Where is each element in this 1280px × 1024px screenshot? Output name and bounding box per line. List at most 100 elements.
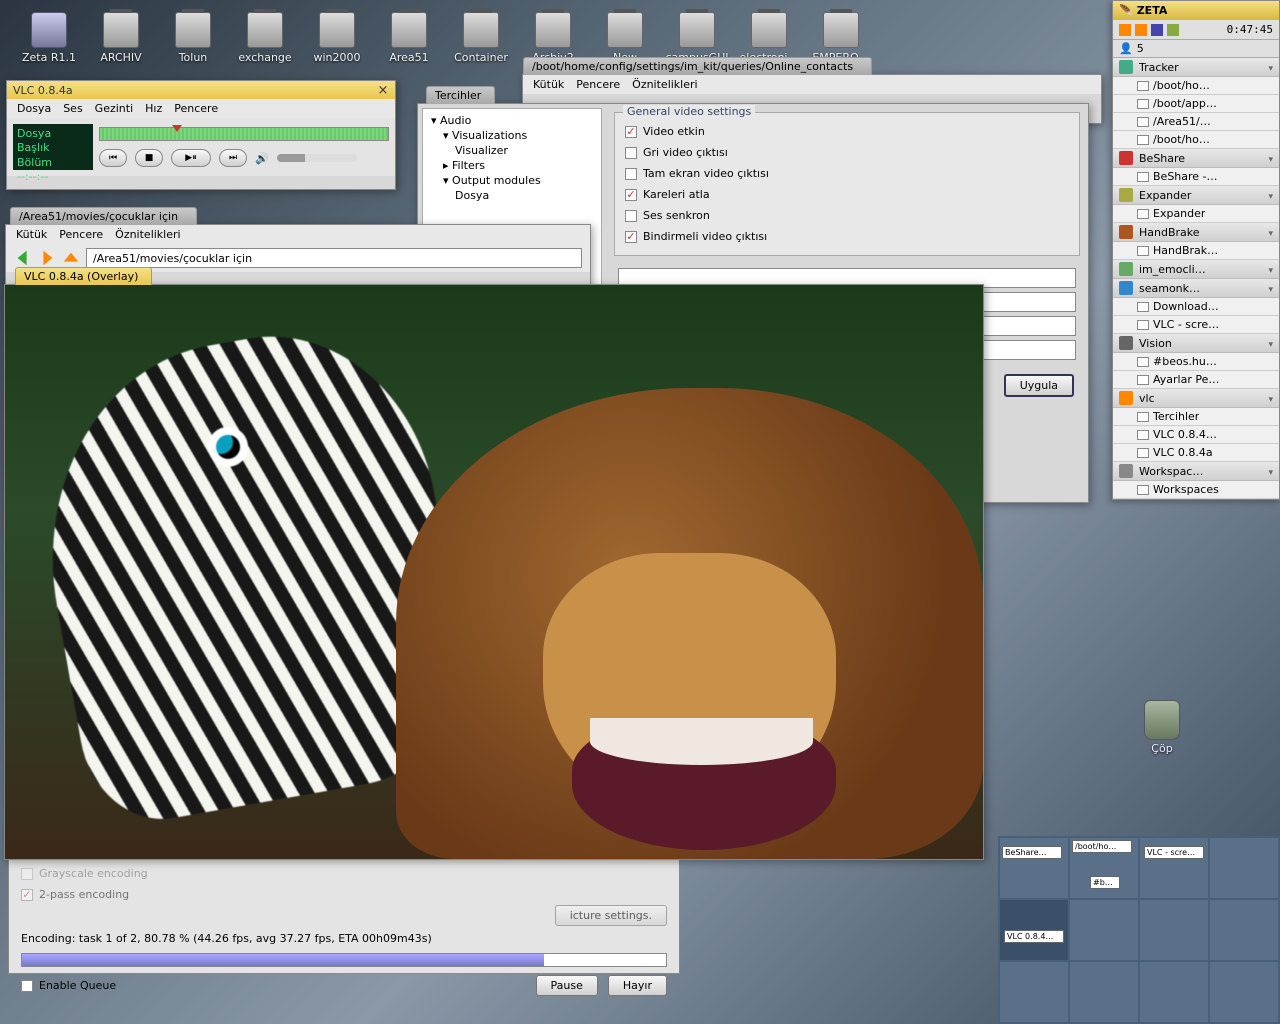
- workspace-cell[interactable]: [1210, 900, 1278, 960]
- workspace-cell[interactable]: [1210, 962, 1278, 1022]
- tab-prefs[interactable]: Tercihler: [426, 86, 495, 104]
- menu-pencere[interactable]: Pencere: [576, 78, 620, 91]
- deskbar-window-item[interactable]: /Area51/…: [1113, 113, 1279, 131]
- desktop-icon-win2000[interactable]: win2000: [302, 12, 372, 64]
- workspace-cell[interactable]: /boot/ho…#b…: [1070, 838, 1138, 898]
- enable-queue-checkbox[interactable]: Enable Queue: [21, 975, 116, 996]
- path-input[interactable]: [86, 248, 582, 268]
- seek-bar[interactable]: [99, 127, 389, 141]
- window-vlc-player[interactable]: VLC 0.8.4a Dosya Ses Gezinti Hız Pencere…: [6, 80, 396, 190]
- checkbox-video-etkin[interactable]: Video etkin: [625, 121, 1069, 142]
- expand-icon[interactable]: [1268, 465, 1273, 478]
- deskbar-app-tracker[interactable]: Tracker: [1113, 58, 1279, 77]
- deskbar-app-handbrake[interactable]: HandBrake: [1113, 223, 1279, 242]
- up-icon[interactable]: [62, 249, 80, 267]
- stop-button[interactable]: ■: [135, 149, 163, 167]
- workspace-cell[interactable]: [1070, 962, 1138, 1022]
- workspace-cell[interactable]: [1070, 900, 1138, 960]
- deskbar-window-item[interactable]: #beos.hu…: [1113, 353, 1279, 371]
- menu-oznitelik[interactable]: Öznitelikleri: [115, 228, 180, 241]
- deskbar-window-item[interactable]: /boot/ho…: [1113, 77, 1279, 95]
- deskbar-window-item[interactable]: /boot/app…: [1113, 95, 1279, 113]
- expand-icon[interactable]: [1268, 392, 1273, 405]
- seek-marker[interactable]: [172, 125, 182, 132]
- tab-online-contacts[interactable]: /boot/home/config/settings/im_kit/querie…: [523, 57, 872, 75]
- play-pause-button[interactable]: ▶⏸: [171, 149, 211, 167]
- window-vlc-overlay[interactable]: VLC 0.8.4a (Overlay): [4, 284, 984, 860]
- titlebar-vlc[interactable]: VLC 0.8.4a: [7, 81, 395, 99]
- menu-ses[interactable]: Ses: [63, 102, 82, 115]
- workspace-cell[interactable]: [1140, 900, 1208, 960]
- deskbar-app-beshare[interactable]: BeShare: [1113, 149, 1279, 168]
- deskbar-window-item[interactable]: Download…: [1113, 298, 1279, 316]
- twopass-checkbox[interactable]: 2-pass encoding: [21, 884, 667, 905]
- checkbox-bindirmeli-video-kt-s-[interactable]: Bindirmeli video çıktısı: [625, 226, 1069, 247]
- workspace-indicator[interactable]: 👤 5: [1113, 40, 1279, 58]
- menu-dosya[interactable]: Dosya: [17, 102, 51, 115]
- deskbar-app-vlc[interactable]: vlc: [1113, 389, 1279, 408]
- menu-pencere[interactable]: Pencere: [59, 228, 103, 241]
- menu-kutuk[interactable]: Kütük: [16, 228, 47, 241]
- window-handbrake[interactable]: Grayscale encoding 2-pass encoding ictur…: [8, 854, 680, 974]
- checkbox-ses-senkron[interactable]: Ses senkron: [625, 205, 1069, 226]
- deskbar-window-item[interactable]: Ayarlar Pe…: [1113, 371, 1279, 389]
- deskbar-app-vision[interactable]: Vision: [1113, 334, 1279, 353]
- deskbar-window-item[interactable]: /boot/ho…: [1113, 131, 1279, 149]
- deskbar-window-item[interactable]: VLC 0.8.4a: [1113, 444, 1279, 462]
- deskbar-app-workspac-[interactable]: Workspac…: [1113, 462, 1279, 481]
- zeta-menu[interactable]: 🪶 ZETA: [1113, 1, 1279, 20]
- workspace-cell[interactable]: [1000, 962, 1068, 1022]
- expand-icon[interactable]: [1268, 61, 1273, 74]
- deskbar-app-expander[interactable]: Expander: [1113, 186, 1279, 205]
- deskbar-window-item[interactable]: VLC 0.8.4…: [1113, 426, 1279, 444]
- expand-icon[interactable]: [1268, 337, 1273, 350]
- tree-audio[interactable]: ▾ Audio: [427, 113, 597, 128]
- picture-settings-button[interactable]: icture settings.: [555, 905, 667, 926]
- tree-filters[interactable]: ▸ Filters: [427, 158, 597, 173]
- checkbox-gri-video-kt-s-[interactable]: Gri video çıktısı: [625, 142, 1069, 163]
- tab-tracker[interactable]: /Area51/movies/çocuklar için: [10, 207, 197, 225]
- deskbar[interactable]: 🪶 ZETA 0:47:45 👤 5 Tracker/boot/ho…/boot…: [1112, 0, 1280, 500]
- volume-slider[interactable]: [277, 154, 357, 162]
- cancel-button[interactable]: Hayır: [608, 975, 667, 996]
- checkbox-tam-ekran-video-kt-s-[interactable]: Tam ekran video çıktısı: [625, 163, 1069, 184]
- tray-icon[interactable]: [1119, 24, 1131, 36]
- workspace-cell[interactable]: [1140, 962, 1208, 1022]
- deskbar-window-item[interactable]: VLC - scre…: [1113, 316, 1279, 334]
- checkbox-kareleri-atla[interactable]: Kareleri atla: [625, 184, 1069, 205]
- expand-icon[interactable]: [1268, 282, 1273, 295]
- tray-icon[interactable]: [1167, 24, 1179, 36]
- workspace-cell[interactable]: VLC - scre…: [1140, 838, 1208, 898]
- expand-icon[interactable]: [1268, 189, 1273, 202]
- workspace-cell[interactable]: BeShare…: [1000, 838, 1068, 898]
- pause-button[interactable]: Pause: [536, 975, 598, 996]
- tree-visualizer[interactable]: Visualizer: [427, 143, 597, 158]
- workspace-cell[interactable]: [1210, 838, 1278, 898]
- apply-button[interactable]: Uygula: [1004, 374, 1074, 397]
- menu-oznitelik[interactable]: Öznitelikleri: [632, 78, 697, 91]
- desktop-icon-container[interactable]: Container: [446, 12, 516, 64]
- desktop-icon-zeta-r1-1[interactable]: Zeta R1.1: [14, 12, 84, 64]
- menu-hiz[interactable]: Hız: [145, 102, 162, 115]
- deskbar-window-item[interactable]: Expander: [1113, 205, 1279, 223]
- desktop-icon-exchange[interactable]: exchange: [230, 12, 300, 64]
- deskbar-window-item[interactable]: BeShare -…: [1113, 168, 1279, 186]
- desktop-icon-archiv[interactable]: ARCHIV: [86, 12, 156, 64]
- deskbar-window-item[interactable]: Tercihler: [1113, 408, 1279, 426]
- grayscale-checkbox[interactable]: Grayscale encoding: [21, 863, 667, 884]
- menu-kutuk[interactable]: Kütük: [533, 78, 564, 91]
- desktop-icon-tolun[interactable]: Tolun: [158, 12, 228, 64]
- back-icon[interactable]: [14, 249, 32, 267]
- tree-dosya[interactable]: Dosya: [427, 188, 597, 203]
- tab-overlay[interactable]: VLC 0.8.4a (Overlay): [15, 267, 152, 285]
- workspace-cell[interactable]: VLC 0.8.4…: [1000, 900, 1068, 960]
- desktop-icon-area51[interactable]: Area51: [374, 12, 444, 64]
- deskbar-window-item[interactable]: HandBrak…: [1113, 242, 1279, 260]
- deskbar-app-seamonk-[interactable]: seamonk…: [1113, 279, 1279, 298]
- prev-button[interactable]: ⏮: [99, 149, 127, 167]
- tree-visualizations[interactable]: ▾ Visualizations: [427, 128, 597, 143]
- next-button[interactable]: ⏭: [219, 149, 247, 167]
- expand-icon[interactable]: [1268, 152, 1273, 165]
- tray-icon[interactable]: [1151, 24, 1163, 36]
- deskbar-window-item[interactable]: Workspaces: [1113, 481, 1279, 499]
